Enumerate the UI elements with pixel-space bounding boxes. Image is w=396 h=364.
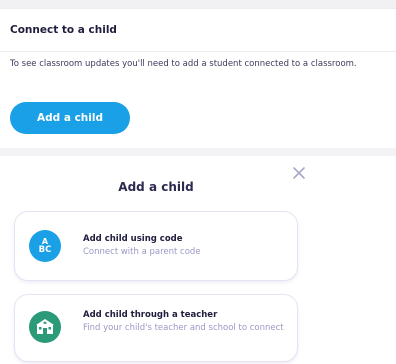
option-add-child-through-teacher[interactable]: Add child through a teacher Find your ch… [14,294,298,362]
section-gap [0,148,396,156]
abc-icon: A BC [29,230,61,262]
option-title: Add child through a teacher [83,310,218,320]
connect-card: Connect to a child To see classroom upda… [0,8,396,148]
card-divider [0,51,396,52]
modal-title: Add a child [118,180,194,194]
add-child-button[interactable]: Add a child [10,102,130,134]
card-title: Connect to a child [10,24,117,36]
option-subtitle: Connect with a parent code [83,247,201,257]
option-title: Add child using code [83,234,183,244]
option-subtitle: Find your child's teacher and school to … [83,323,284,333]
option-add-child-using-code[interactable]: A BC Add child using code Connect with a… [14,211,298,281]
add-child-modal: Add a child A BC Add child using code Co… [0,156,396,364]
close-icon[interactable] [290,164,308,182]
abc-icon-line2: BC [38,245,52,255]
card-description: To see classroom updates you'll need to … [10,59,357,69]
school-icon [29,311,61,343]
